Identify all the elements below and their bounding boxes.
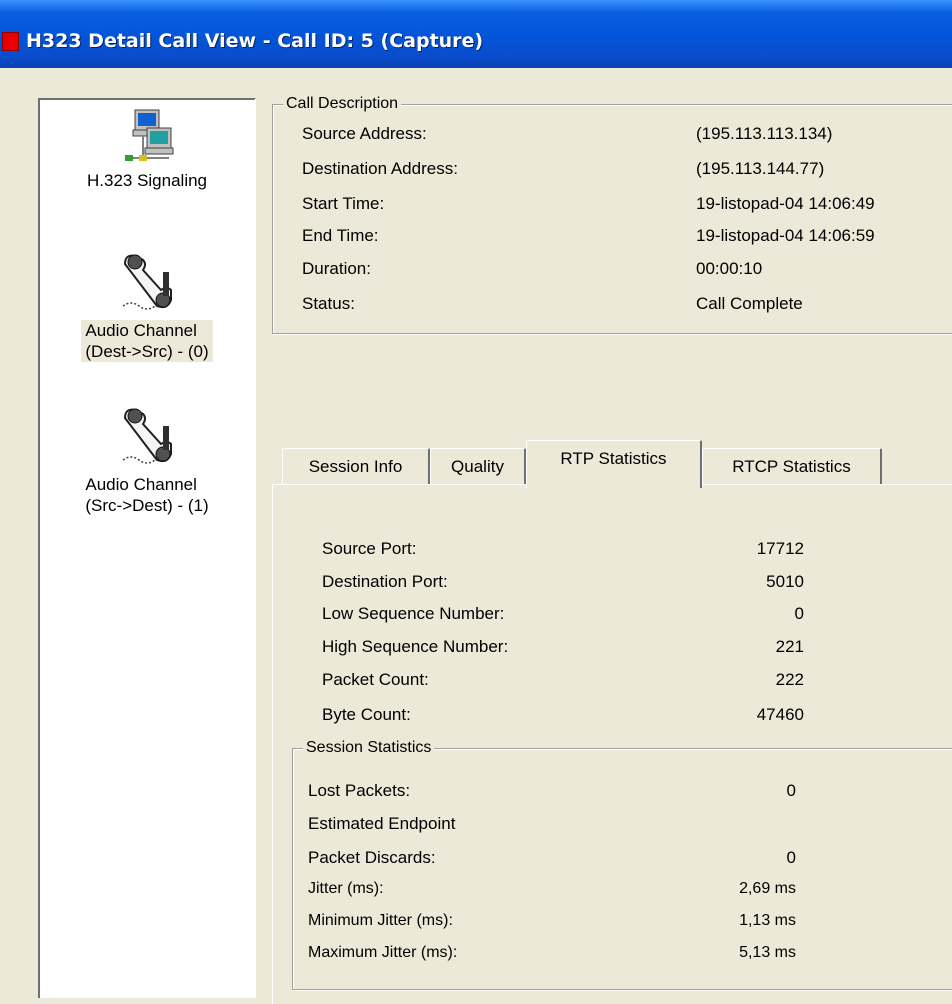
packet-count-value: 222 bbox=[775, 670, 804, 689]
destination-address-label: Destination Address: bbox=[302, 159, 458, 178]
window-title: H323 Detail Call View - Call ID: 5 (Capt… bbox=[26, 30, 484, 52]
telephone-handset-icon bbox=[122, 408, 172, 464]
estimated-endpoint-label: Estimated Endpoint bbox=[308, 814, 456, 833]
start-time-label: Start Time: bbox=[302, 194, 385, 213]
tab-quality[interactable]: Quality bbox=[430, 448, 526, 486]
nav-item-h323-signaling[interactable]: H.323 Signaling bbox=[40, 106, 254, 191]
nav-item-audio-dest-src[interactable]: Audio Channel (Dest->Src) - (0) bbox=[40, 250, 254, 362]
nav-item-label-line1: Audio Channel bbox=[85, 321, 197, 340]
nav-item-label: Audio Channel (Dest->Src) - (0) bbox=[81, 320, 213, 362]
source-address-value: (195.113.113.134) bbox=[696, 124, 833, 143]
packet-discards-value: 0 bbox=[786, 848, 796, 867]
source-address-label: Source Address: bbox=[302, 124, 427, 143]
tab-rtp-statistics[interactable]: RTP Statistics bbox=[526, 440, 702, 488]
minimum-jitter-value: 1,13 ms bbox=[739, 912, 796, 929]
tab-rtcp-statistics[interactable]: RTCP Statistics bbox=[702, 448, 882, 486]
end-time-value: 19-listopad-04 14:06:59 bbox=[696, 226, 875, 245]
tab-session-info[interactable]: Session Info bbox=[282, 448, 430, 486]
jitter-label: Jitter (ms): bbox=[308, 880, 384, 897]
high-sequence-number-label: High Sequence Number: bbox=[322, 637, 509, 656]
destination-port-label: Destination Port: bbox=[322, 572, 448, 591]
nav-item-label: Audio Channel (Src->Dest) - (1) bbox=[81, 474, 212, 516]
byte-count-label: Byte Count: bbox=[322, 705, 411, 724]
channel-list[interactable]: H.323 Signaling Audio Channel (Dest->Src… bbox=[38, 98, 256, 998]
minimum-jitter-label: Minimum Jitter (ms): bbox=[308, 912, 453, 929]
status-label: Status: bbox=[302, 294, 355, 313]
low-sequence-number-label: Low Sequence Number: bbox=[322, 604, 505, 623]
lost-packets-label: Lost Packets: bbox=[308, 781, 411, 800]
telephone-handset-icon bbox=[122, 254, 172, 310]
app-icon[interactable] bbox=[2, 32, 19, 51]
destination-port-value: 5010 bbox=[766, 572, 804, 591]
nav-item-label-line1: Audio Channel bbox=[85, 475, 197, 494]
destination-address-value: (195.113.144.77) bbox=[696, 159, 825, 178]
jitter-value: 2,69 ms bbox=[739, 880, 796, 897]
title-bar[interactable]: H323 Detail Call View - Call ID: 5 (Capt… bbox=[0, 0, 952, 68]
nav-item-audio-src-dest[interactable]: Audio Channel (Src->Dest) - (1) bbox=[40, 404, 254, 516]
packet-count-label: Packet Count: bbox=[322, 670, 429, 689]
byte-count-value: 47460 bbox=[756, 705, 804, 724]
status-value: Call Complete bbox=[696, 294, 803, 313]
end-time-label: End Time: bbox=[302, 226, 379, 245]
high-sequence-number-value: 221 bbox=[775, 637, 804, 656]
session-statistics-legend: Session Statistics bbox=[303, 738, 435, 758]
duration-label: Duration: bbox=[302, 259, 371, 278]
network-computers-icon bbox=[125, 109, 174, 161]
start-time-value: 19-listopad-04 14:06:49 bbox=[696, 194, 875, 213]
lost-packets-value: 0 bbox=[786, 781, 796, 800]
duration-value: 00:00:10 bbox=[696, 259, 763, 278]
maximum-jitter-value: 5,13 ms bbox=[739, 944, 796, 961]
low-sequence-number-value: 0 bbox=[794, 604, 804, 623]
packet-discards-label: Packet Discards: bbox=[308, 848, 436, 867]
source-port-value: 17712 bbox=[756, 539, 804, 558]
nav-item-label-line2: (Src->Dest) - (1) bbox=[85, 496, 209, 515]
nav-item-label: H.323 Signaling bbox=[83, 170, 211, 191]
nav-item-label-line2: (Dest->Src) - (0) bbox=[85, 342, 209, 361]
nav-item-label-line1: H.323 Signaling bbox=[86, 171, 208, 190]
source-port-label: Source Port: bbox=[322, 539, 417, 558]
call-description-legend: Call Description bbox=[283, 94, 402, 114]
maximum-jitter-label: Maximum Jitter (ms): bbox=[308, 944, 458, 961]
